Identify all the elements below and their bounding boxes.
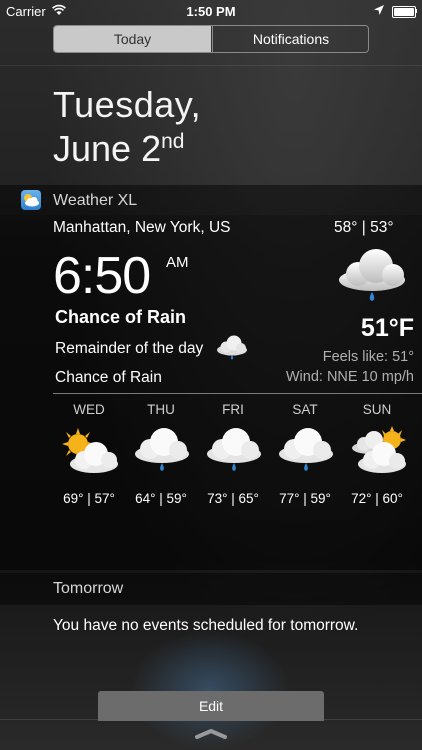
rain-cloud-icon bbox=[135, 428, 189, 471]
clock-time: 6:50 bbox=[53, 247, 151, 305]
divider bbox=[0, 65, 422, 66]
sun-clouds-icon bbox=[352, 426, 406, 473]
remainder-label: Remainder of the day bbox=[55, 340, 204, 357]
weather-xl-app-icon bbox=[21, 190, 41, 210]
tomorrow-label: Tomorrow bbox=[53, 580, 124, 597]
no-events-message: You have no events scheduled for tomorro… bbox=[53, 617, 359, 634]
location-arrow-icon bbox=[374, 5, 384, 15]
date-suffix: nd bbox=[161, 130, 185, 153]
date-weekday: Tuesday, bbox=[53, 84, 202, 125]
tab-today[interactable]: Today bbox=[54, 26, 211, 52]
forecast-day-label: FRI bbox=[222, 402, 244, 417]
forecast-temps: 72° | 60° bbox=[351, 491, 403, 506]
clock-ampm: AM bbox=[166, 254, 189, 271]
forecast-day-label: SAT bbox=[292, 402, 318, 417]
forecast-day-label: WED bbox=[73, 402, 105, 417]
app-name: Weather XL bbox=[53, 192, 138, 209]
rain-cloud-icon bbox=[207, 428, 261, 471]
battery-icon bbox=[392, 6, 416, 18]
condition-secondary: Chance of Rain bbox=[55, 369, 162, 386]
forecast-temps: 73° | 65° bbox=[207, 491, 259, 506]
rain-cloud-icon bbox=[339, 249, 405, 301]
date-month-day-text: June 2 bbox=[53, 128, 162, 169]
divider bbox=[53, 393, 422, 394]
rain-cloud-icon bbox=[279, 428, 333, 471]
condition-title: Chance of Rain bbox=[55, 307, 187, 327]
battery-nub bbox=[415, 9, 417, 13]
wind-info: Wind: NNE 10 mp/h bbox=[285, 369, 414, 385]
high-low-temps: 58° | 53° bbox=[334, 219, 394, 236]
forecast-day-label: SUN bbox=[362, 402, 392, 417]
forecast-temps: 77° | 59° bbox=[279, 491, 331, 506]
status-time: 1:50 PM bbox=[186, 4, 236, 19]
tomorrow-header: Tomorrow bbox=[0, 573, 422, 605]
forecast-temps: 69° | 57° bbox=[63, 491, 115, 506]
partly-sunny-icon bbox=[62, 428, 118, 473]
forecast-day-label: THU bbox=[147, 402, 175, 417]
rain-cloud-icon bbox=[217, 335, 247, 360]
battery-level bbox=[394, 8, 414, 16]
feels-like: Feels like: 51° bbox=[322, 349, 414, 365]
forecast-temps: 64° | 59° bbox=[135, 491, 187, 506]
pull-handle-icon[interactable] bbox=[193, 728, 229, 740]
weather-widget-header: Weather XL bbox=[0, 185, 422, 215]
edit-button[interactable]: Edit bbox=[98, 691, 324, 721]
current-temperature: 51°F bbox=[360, 314, 414, 342]
view-segmented-control: Today Notifications bbox=[53, 25, 369, 53]
status-bar: Carrier 1:50 PM bbox=[0, 0, 422, 22]
tab-notifications[interactable]: Notifications bbox=[212, 26, 368, 52]
date-month-day: June 2nd bbox=[53, 128, 184, 170]
location-label: Manhattan, New York, US bbox=[53, 219, 231, 236]
